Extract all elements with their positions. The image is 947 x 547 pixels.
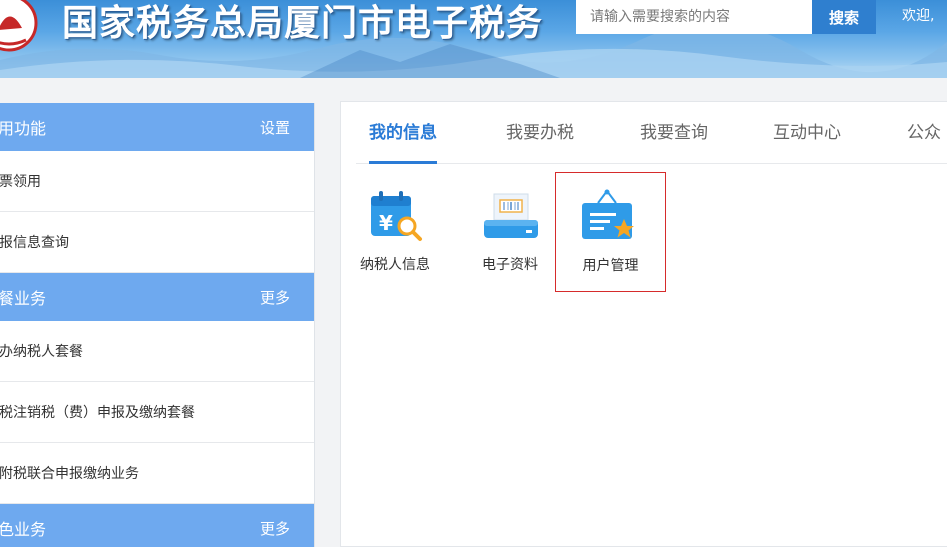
app-electronic-documents[interactable]: 电子资料: [460, 172, 560, 284]
svg-text:¥: ¥: [379, 211, 393, 235]
sidebar-item-joint-declaration[interactable]: 附税联合申报缴纳业务: [0, 443, 314, 504]
sidebar-item-label: 附税联合申报缴纳业务: [0, 466, 139, 482]
sidebar: 用功能 设置 票领用 报信息查询 餐业务 更多 办纳税人套餐 税注销税（费）申报…: [0, 103, 315, 547]
tax-bureau-logo: [0, 0, 40, 56]
tab-bar: 我的信息 我要办税 我要查询 互动中心 公众: [356, 102, 947, 164]
settings-link[interactable]: 设置: [260, 117, 290, 138]
sidebar-item-label: 税注销税（费）申报及缴纳套餐: [0, 405, 195, 421]
sidebar-section-common-functions: 用功能 设置: [0, 103, 314, 151]
tab-tax-handling[interactable]: 我要办税: [506, 102, 574, 164]
app-label: 用户管理: [582, 258, 639, 274]
tab-query[interactable]: 我要查询: [640, 102, 708, 164]
sidebar-item-label: 票领用: [0, 174, 41, 190]
sidebar-item-invoice-collection[interactable]: 票领用: [0, 151, 314, 212]
tab-my-info[interactable]: 我的信息: [369, 102, 437, 164]
section-title: 餐业务: [0, 289, 47, 308]
sidebar-item-new-taxpayer-package[interactable]: 办纳税人套餐: [0, 321, 314, 382]
sidebar-item-deregistration-package[interactable]: 税注销税（费）申报及缴纳套餐: [0, 382, 314, 443]
section-title: 用功能: [0, 119, 47, 138]
app-user-management[interactable]: 用户管理: [555, 172, 666, 292]
tab-interaction-center[interactable]: 互动中心: [773, 102, 841, 164]
app-taxpayer-info[interactable]: ¥ 纳税人信息: [345, 172, 445, 284]
more-link[interactable]: 更多: [260, 287, 290, 308]
search-button[interactable]: 搜索: [812, 0, 876, 34]
header-banner: 国家税务总局厦门市电子税务 搜索 欢迎,: [0, 0, 947, 78]
tab-public[interactable]: 公众: [907, 102, 941, 164]
more-link[interactable]: 更多: [260, 518, 290, 539]
user-management-icon: [582, 189, 634, 239]
main-panel: 我的信息 我要办税 我要查询 互动中心 公众 ¥ 纳税人信息 电子资料 用户管理: [340, 101, 947, 547]
welcome-text: 欢迎,: [902, 8, 935, 24]
sidebar-section-package-services: 餐业务 更多: [0, 273, 314, 321]
taxpayer-info-icon: ¥: [371, 191, 422, 241]
sidebar-item-label: 报信息查询: [0, 235, 69, 251]
sidebar-item-declaration-query[interactable]: 报信息查询: [0, 212, 314, 273]
scanner-icon: [484, 193, 538, 238]
section-title: 色业务: [0, 520, 47, 539]
sidebar-section-featured-services: 色业务 更多: [0, 504, 314, 547]
app-label: 纳税人信息: [360, 257, 430, 273]
app-label: 电子资料: [482, 257, 538, 273]
site-title: 国家税务总局厦门市电子税务: [62, 2, 544, 44]
sidebar-item-label: 办纳税人套餐: [0, 344, 83, 360]
search-input[interactable]: [576, 0, 812, 34]
